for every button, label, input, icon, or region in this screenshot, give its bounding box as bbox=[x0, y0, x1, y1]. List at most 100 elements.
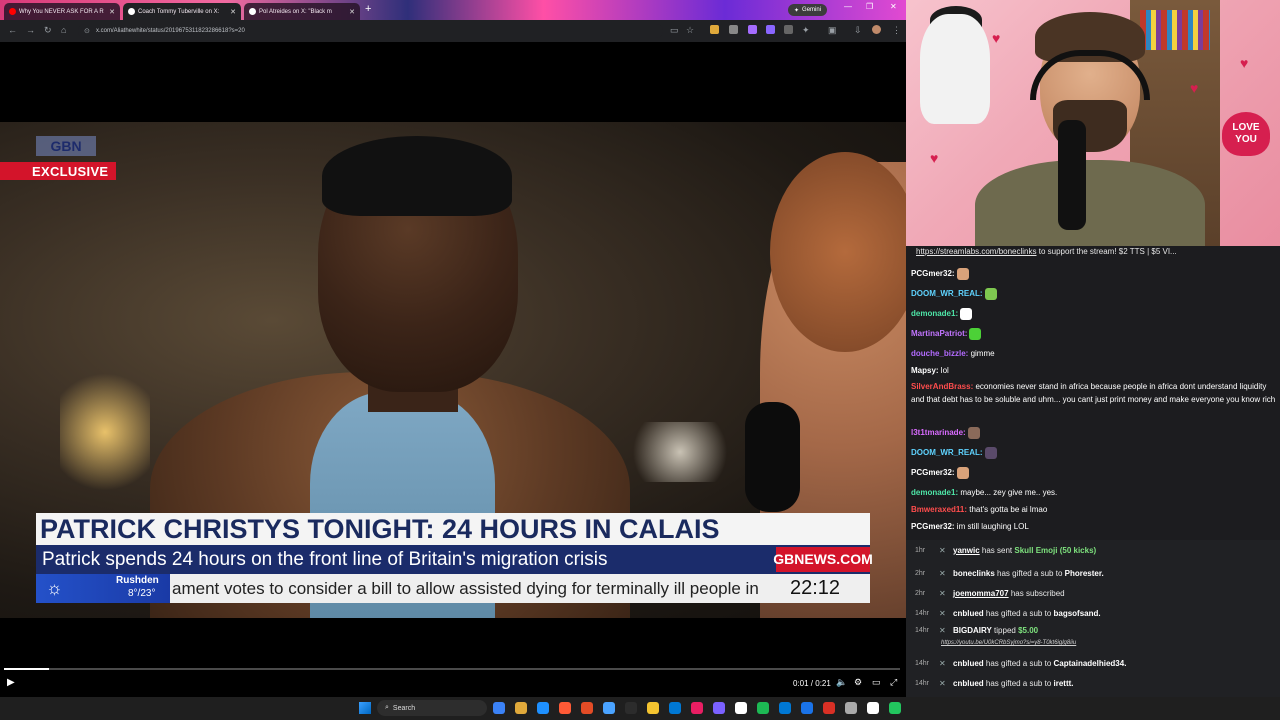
extension-icon[interactable] bbox=[766, 25, 775, 34]
extension-icon[interactable] bbox=[729, 25, 738, 34]
taskbar-app-icon[interactable] bbox=[713, 702, 725, 714]
cast-icon[interactable]: ▭ bbox=[670, 25, 679, 36]
activity-age: 14hr bbox=[915, 610, 930, 617]
chat-emote-icon bbox=[984, 287, 997, 300]
chat-username[interactable]: Mapsy: bbox=[911, 366, 939, 375]
taskbar-app-icon[interactable] bbox=[823, 702, 835, 714]
chat-message: PCGmer32: bbox=[911, 466, 1276, 479]
extension-icon[interactable] bbox=[710, 25, 719, 34]
activity-user[interactable]: joemomma707 bbox=[953, 589, 1009, 598]
taskbar-app-icon[interactable] bbox=[757, 702, 769, 714]
forward-arrow-icon[interactable]: → bbox=[26, 25, 35, 35]
settings-gear-icon[interactable]: ⚙ bbox=[854, 677, 862, 688]
close-tab-icon[interactable]: ✕ bbox=[230, 8, 236, 16]
extensions-puzzle-icon[interactable]: ✦ bbox=[802, 25, 810, 36]
video-progress-bar[interactable] bbox=[4, 668, 900, 670]
tip-message-link[interactable]: https://youtu.be/U0kCRbSyjmo?si=y8-T0kt6… bbox=[941, 637, 1076, 649]
gemini-icon: ✦ bbox=[794, 7, 800, 14]
site-info-icon[interactable]: ⊙ bbox=[84, 27, 90, 35]
chat-username[interactable]: demonade1: bbox=[911, 309, 958, 318]
taskbar-app-icon[interactable] bbox=[537, 702, 549, 714]
chat-username[interactable]: MartinaPatriot: bbox=[911, 329, 967, 338]
fullscreen-icon[interactable]: ⤢ bbox=[890, 677, 897, 688]
chat-username[interactable]: SilverAndBrass: bbox=[911, 382, 973, 391]
taskbar-app-icon[interactable] bbox=[603, 702, 615, 714]
site-badge: GBNEWS.COM bbox=[773, 547, 873, 572]
kebab-menu-icon[interactable]: ⋮ bbox=[892, 25, 901, 36]
downloads-icon[interactable]: ⇩ bbox=[854, 25, 862, 36]
activity-user[interactable]: boneclinks bbox=[953, 569, 995, 578]
taskbar-app-icon[interactable] bbox=[889, 702, 901, 714]
broadcast-clock: 22:12 bbox=[760, 574, 870, 603]
chat-emote-icon bbox=[967, 426, 980, 439]
activity-age: 2hr bbox=[915, 590, 926, 597]
browser-tab-active[interactable]: Coach Tommy Tuberville on X: ✕ bbox=[123, 3, 241, 20]
browser-tab[interactable]: Pol Atreides on X: "Black m ✕ bbox=[244, 3, 360, 20]
taskbar-app-icon[interactable] bbox=[691, 702, 703, 714]
taskbar-app-icon[interactable] bbox=[581, 702, 593, 714]
activity-user[interactable]: yanwic bbox=[953, 546, 980, 555]
browser-tab[interactable]: Why You NEVER ASK FOR A R ✕ bbox=[4, 3, 120, 20]
chat-username[interactable]: Bmweraxed11: bbox=[911, 505, 967, 514]
chat-username[interactable]: l3t1tmarinade: bbox=[911, 428, 966, 437]
taskbar-app-icon[interactable] bbox=[735, 702, 747, 714]
minimize-button[interactable]: — bbox=[844, 2, 852, 11]
tab-strip: Why You NEVER ASK FOR A R ✕ Coach Tommy … bbox=[0, 0, 906, 20]
activity-user[interactable]: cnblued bbox=[953, 679, 984, 688]
url-text: x.com/Aliathewhite/status/20196753118232… bbox=[96, 28, 245, 34]
windows-start-icon[interactable] bbox=[359, 702, 371, 714]
taskbar-app-icon[interactable] bbox=[801, 702, 813, 714]
home-icon[interactable]: ⌂ bbox=[61, 25, 66, 35]
news-ticker: ament votes to consider a bill to allow … bbox=[36, 574, 870, 603]
taskbar-app-icon[interactable] bbox=[669, 702, 681, 714]
new-tab-button[interactable]: + bbox=[365, 3, 371, 15]
chat-username[interactable]: demonade1: bbox=[911, 488, 958, 497]
back-arrow-icon[interactable]: ← bbox=[8, 25, 17, 35]
chat-username[interactable]: PCGmer32: bbox=[911, 269, 955, 278]
chat-username[interactable]: PCGmer32: bbox=[911, 468, 955, 477]
banner-link[interactable]: https://streamlabs.com/boneclinks bbox=[916, 247, 1037, 256]
chat-emote-icon bbox=[960, 307, 973, 320]
video-timecode: 0:01 / 0:21 bbox=[793, 679, 831, 688]
close-tab-icon[interactable]: ✕ bbox=[109, 8, 115, 16]
taskbar-search[interactable]: ⌕ Search bbox=[377, 700, 487, 716]
taskbar-app-icon[interactable] bbox=[867, 702, 879, 714]
profile-avatar[interactable] bbox=[872, 25, 881, 34]
taskbar-app-icon[interactable] bbox=[625, 702, 637, 714]
close-window-button[interactable]: ✕ bbox=[890, 2, 897, 11]
activity-text: cnblued has gifted a sub to Captainadelh… bbox=[953, 654, 1126, 674]
taskbar-app-icon[interactable] bbox=[647, 702, 659, 714]
gemini-button[interactable]: ✦ Gemini bbox=[788, 4, 828, 16]
taskbar-app-icon[interactable] bbox=[779, 702, 791, 714]
activity-text: BIGDAIRY tipped $5.00 bbox=[953, 625, 1038, 637]
taskbar-app-icon[interactable] bbox=[559, 702, 571, 714]
activity-user[interactable]: BIGDAIRY bbox=[953, 626, 992, 635]
close-tab-icon[interactable]: ✕ bbox=[349, 8, 355, 16]
extension-icon[interactable] bbox=[748, 25, 757, 34]
chat-username[interactable]: DOOM_WR_REAL: bbox=[911, 289, 983, 298]
url-field[interactable]: ⊙ x.com/Aliathewhite/status/201967531182… bbox=[78, 24, 663, 38]
extension-icon[interactable] bbox=[784, 25, 793, 34]
split-view-icon[interactable]: ▣ bbox=[828, 25, 837, 36]
chat-username[interactable]: douche_bizzle: bbox=[911, 349, 968, 358]
picture-in-picture-icon[interactable]: ▭ bbox=[872, 677, 881, 688]
activity-user[interactable]: cnblued bbox=[953, 659, 984, 668]
browser-window: Why You NEVER ASK FOR A R ✕ Coach Tommy … bbox=[0, 0, 906, 697]
chat-username[interactable]: DOOM_WR_REAL: bbox=[911, 448, 983, 457]
activity-user[interactable]: cnblued bbox=[953, 609, 984, 618]
play-icon[interactable]: ▶ bbox=[7, 677, 15, 688]
video-frame[interactable]: GBN EXCLUSIVE PATRICK CHRISTYS TONIGHT: … bbox=[0, 122, 906, 618]
search-icon: ⌕ bbox=[385, 704, 389, 711]
activity-row: 14hr ✕ cnblued has gifted a sub to bagsofs… bbox=[906, 604, 1280, 624]
chat-username[interactable]: PCGmer32: bbox=[911, 522, 955, 531]
activity-row: 2hr ✕ joemomma707 has subscribed bbox=[906, 584, 1280, 604]
volume-icon[interactable]: 🔈 bbox=[836, 677, 847, 688]
maximize-button[interactable]: ❐ bbox=[866, 2, 873, 11]
x-logo-icon bbox=[128, 8, 135, 15]
activity-age: 14hr bbox=[915, 680, 930, 687]
bookmark-star-icon[interactable]: ☆ bbox=[686, 25, 694, 36]
reload-icon[interactable]: ↻ bbox=[44, 25, 52, 36]
taskbar-app-icon[interactable] bbox=[515, 702, 527, 714]
taskbar-app-icon[interactable] bbox=[845, 702, 857, 714]
taskbar-app-icon[interactable] bbox=[493, 702, 505, 714]
